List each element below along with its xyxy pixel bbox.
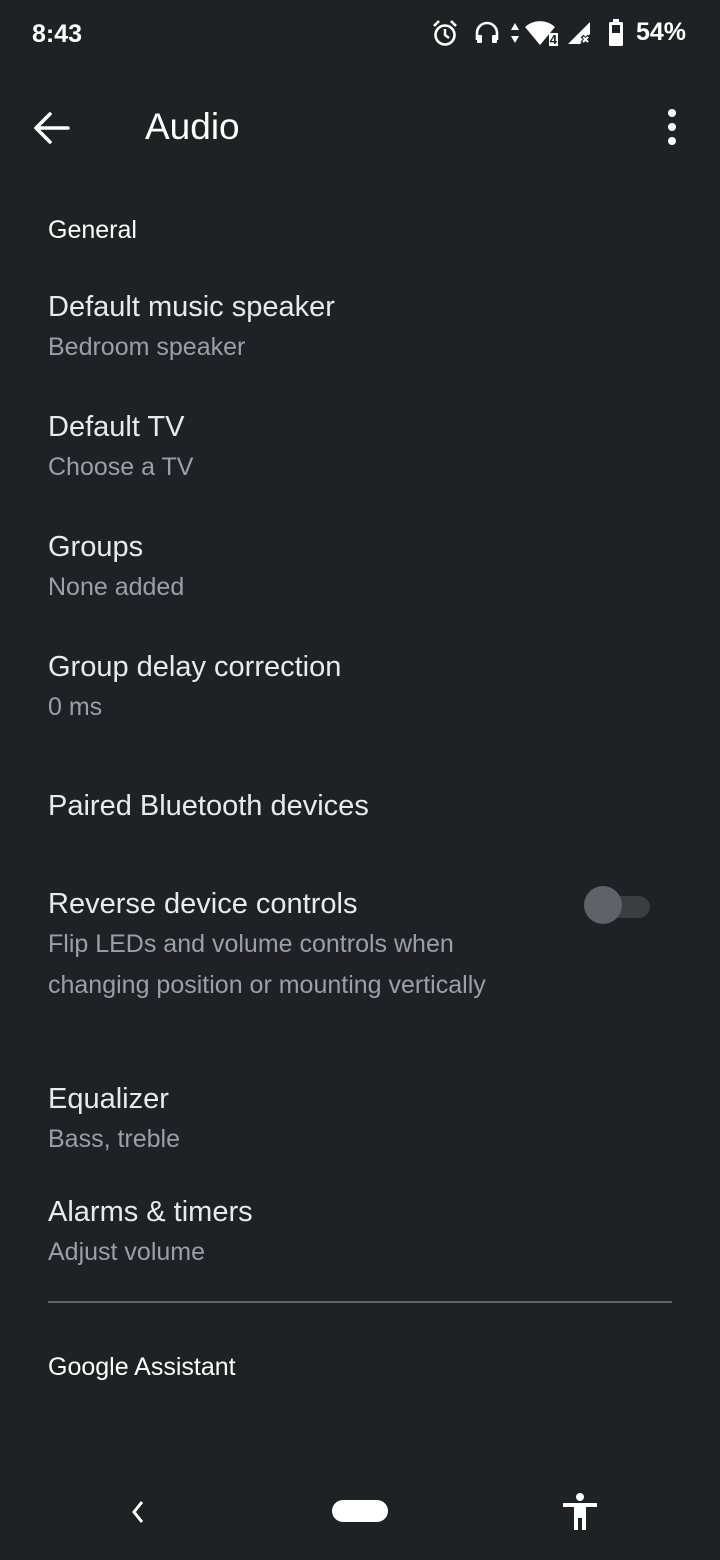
nav-back-button[interactable] bbox=[128, 1498, 148, 1531]
item-subtitle: Bedroom speaker bbox=[48, 333, 246, 361]
list-item-group-delay-correction[interactable]: Group delay correction 0 ms bbox=[48, 647, 672, 728]
item-subtitle: Bass, treble bbox=[48, 1125, 181, 1153]
more-options-button[interactable] bbox=[660, 106, 684, 150]
battery-percent: 54% bbox=[635, 18, 686, 46]
reverse-controls-toggle[interactable] bbox=[584, 886, 650, 924]
headphones-icon bbox=[475, 21, 499, 43]
more-vertical-icon bbox=[668, 109, 676, 145]
item-title: Default music speaker bbox=[48, 291, 335, 323]
item-subtitle: None added bbox=[48, 573, 185, 601]
list-item-groups[interactable]: Groups None added bbox=[48, 527, 672, 608]
item-title: Paired Bluetooth devices bbox=[48, 790, 369, 822]
accessibility-button[interactable] bbox=[560, 1492, 600, 1537]
home-pill-icon[interactable] bbox=[332, 1500, 388, 1522]
item-title: Group delay correction bbox=[48, 651, 342, 683]
item-title: Reverse device controls bbox=[48, 888, 358, 920]
battery-icon bbox=[608, 18, 623, 46]
status-bar: 8:43 4 54% bbox=[0, 0, 720, 72]
cell-signal-no-service-icon bbox=[567, 21, 591, 44]
status-icons: 4 54% bbox=[432, 18, 686, 47]
item-subtitle: Choose a TV bbox=[48, 453, 194, 481]
item-subtitle: 0 ms bbox=[48, 693, 103, 721]
section-divider bbox=[48, 1301, 672, 1303]
data-arrows-icon bbox=[510, 22, 519, 43]
arrow-left-icon bbox=[34, 112, 70, 144]
system-nav-bar bbox=[0, 1470, 720, 1560]
item-subtitle: Flip LEDs and volume controls when chang… bbox=[48, 930, 486, 999]
accessibility-icon bbox=[563, 1493, 597, 1530]
list-item-default-tv[interactable]: Default TV Choose a TV bbox=[48, 407, 672, 488]
item-subtitle: Adjust volume bbox=[48, 1238, 206, 1266]
toggle-thumb bbox=[584, 886, 622, 924]
list-item-reverse-device-controls[interactable]: Reverse device controls Flip LEDs and vo… bbox=[48, 884, 672, 1006]
back-button[interactable] bbox=[32, 108, 80, 148]
list-item-alarms-timers[interactable]: Alarms & timers Adjust volume bbox=[48, 1192, 672, 1273]
item-title: Alarms & timers bbox=[48, 1196, 253, 1228]
list-item-paired-bluetooth-devices[interactable]: Paired Bluetooth devices bbox=[48, 786, 672, 826]
list-item-equalizer[interactable]: Equalizer Bass, treble bbox=[48, 1079, 672, 1160]
app-bar: Audio bbox=[0, 88, 720, 168]
section-header-google-assistant: Google Assistant bbox=[48, 1353, 236, 1381]
alarm-icon bbox=[433, 19, 457, 46]
section-header-general: General bbox=[48, 216, 137, 244]
wifi-badge: 4 bbox=[548, 31, 558, 47]
list-item-default-music-speaker[interactable]: Default music speaker Bedroom speaker bbox=[48, 287, 672, 368]
page-title: Audio bbox=[145, 106, 240, 147]
wifi-icon: 4 bbox=[524, 20, 558, 47]
item-title: Default TV bbox=[48, 411, 185, 443]
item-title: Groups bbox=[48, 531, 144, 563]
status-time: 8:43 bbox=[32, 20, 83, 48]
nav-back-icon bbox=[132, 1501, 144, 1523]
item-title: Equalizer bbox=[48, 1083, 169, 1115]
